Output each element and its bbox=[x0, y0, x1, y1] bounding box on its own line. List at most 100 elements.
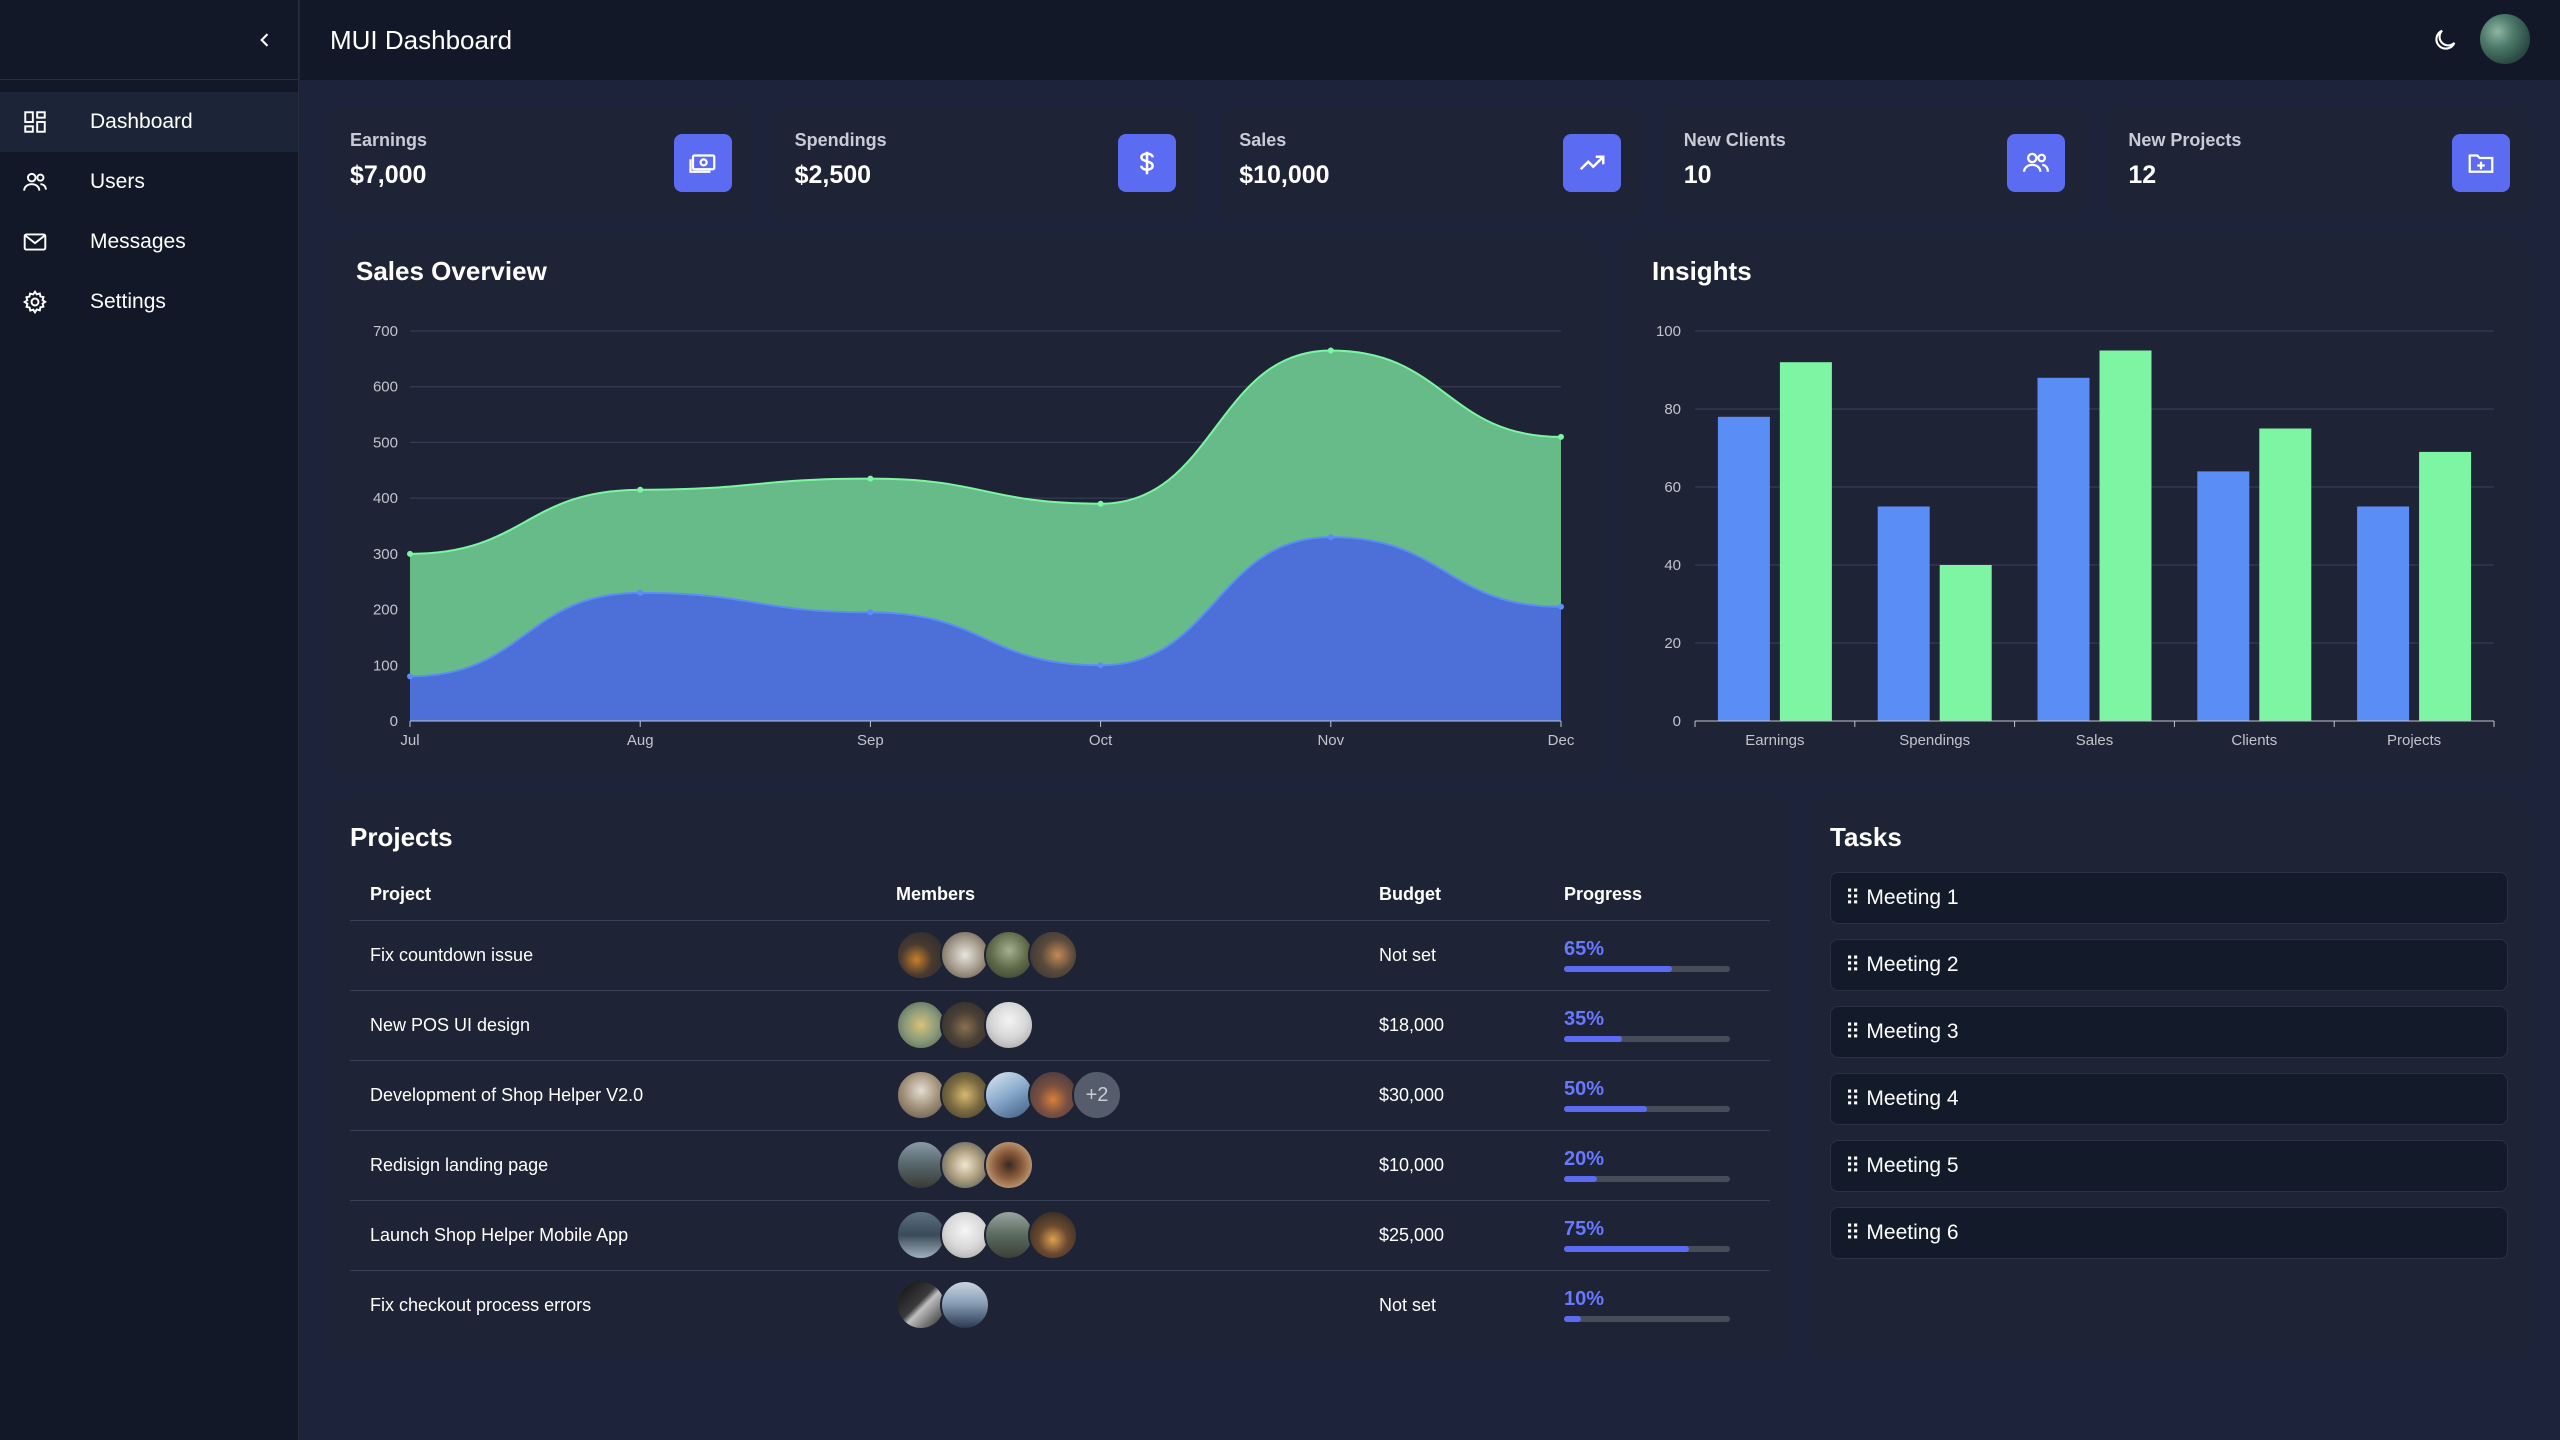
dollar-icon bbox=[1118, 134, 1177, 192]
insights-chart: 0 20 40 60 80 100 Earnings Spendings Sales Client… bbox=[1656, 323, 2495, 749]
y-tick-label: 700 bbox=[373, 323, 398, 340]
projects-table: Project Members Budget Progress Fix coun… bbox=[350, 870, 1770, 1340]
stat-card-new-clients: New Clients 10 bbox=[1663, 108, 2086, 216]
member-avatar[interactable] bbox=[940, 1280, 990, 1331]
column-header-budget: Budget bbox=[1379, 870, 1564, 921]
table-row[interactable]: New POS UI design $18,000 35% bbox=[350, 990, 1770, 1061]
project-progress: 10% bbox=[1564, 1270, 1770, 1340]
task-label: Meeting 1 bbox=[1866, 886, 1959, 909]
x-tick-label: Aug bbox=[627, 732, 654, 749]
app-title: MUI Dashboard bbox=[330, 24, 513, 55]
project-name: Redisign landing page bbox=[350, 1130, 896, 1201]
drag-handle-icon[interactable]: ⠿ bbox=[1845, 886, 1860, 911]
x-tick-label: Dec bbox=[1548, 732, 1575, 749]
task-item[interactable]: ⠿ Meeting 5 bbox=[1830, 1140, 2508, 1192]
project-name: Fix countdown issue bbox=[350, 920, 896, 991]
project-name: New POS UI design bbox=[350, 990, 896, 1061]
member-avatar[interactable] bbox=[896, 1280, 946, 1331]
y-tick-label: 20 bbox=[1664, 635, 1681, 652]
project-members: +2 bbox=[896, 1060, 1379, 1131]
column-header-progress: Progress bbox=[1564, 870, 1770, 921]
member-avatar[interactable] bbox=[896, 1140, 946, 1190]
data-point bbox=[407, 550, 413, 557]
sidebar-header bbox=[0, 0, 298, 80]
member-avatar[interactable] bbox=[984, 1210, 1034, 1260]
x-tick-label: Oct bbox=[1089, 732, 1113, 749]
column-header-members: Members bbox=[896, 870, 1379, 921]
bar bbox=[1717, 416, 1770, 721]
collapse-sidebar-button[interactable] bbox=[245, 20, 285, 60]
member-avatars bbox=[896, 1280, 1379, 1331]
table-row[interactable]: Redisign landing page $10,000 20% bbox=[350, 1130, 1770, 1201]
member-avatar[interactable] bbox=[940, 1000, 990, 1050]
people-icon bbox=[2007, 134, 2066, 192]
member-avatar[interactable] bbox=[896, 930, 946, 980]
bar bbox=[2419, 451, 2472, 721]
member-avatar[interactable] bbox=[940, 930, 990, 980]
member-avatar[interactable] bbox=[940, 1210, 990, 1260]
member-avatar[interactable] bbox=[984, 1000, 1034, 1050]
table-row[interactable]: Development of Shop Helper V2.0 +2 $30,0… bbox=[350, 1060, 1770, 1131]
main-content: Earnings $7,000 Spendings $2,500 Sales $… bbox=[330, 108, 2530, 216]
table-row[interactable]: Fix checkout process errors Not set 10% bbox=[350, 1270, 1770, 1340]
progress-bar bbox=[1564, 1106, 1730, 1112]
task-label: Meeting 5 bbox=[1866, 1154, 1959, 1177]
table-row[interactable]: Fix countdown issue Not set 65% bbox=[350, 920, 1770, 991]
member-avatar[interactable] bbox=[1028, 930, 1078, 980]
progress-percent: 75% bbox=[1564, 1218, 1605, 1240]
projects-title: Projects bbox=[350, 822, 453, 852]
drag-handle-icon[interactable]: ⠿ bbox=[1845, 1154, 1860, 1179]
sidebar-item-settings[interactable]: Settings bbox=[0, 272, 298, 332]
x-tick-label: Jul bbox=[400, 732, 419, 749]
project-progress: 65% bbox=[1564, 920, 1770, 991]
y-tick-label: 0 bbox=[1673, 713, 1681, 730]
member-avatar[interactable] bbox=[1028, 1070, 1078, 1120]
member-avatar[interactable] bbox=[896, 1000, 946, 1050]
task-item[interactable]: ⠿ Meeting 1 bbox=[1830, 872, 2508, 924]
member-avatar[interactable] bbox=[1028, 1210, 1078, 1260]
task-item[interactable]: ⠿ Meeting 3 bbox=[1830, 1006, 2508, 1058]
member-avatar[interactable] bbox=[896, 1210, 946, 1260]
progress-bar-fill bbox=[1564, 1316, 1581, 1323]
progress-bar bbox=[1564, 966, 1730, 972]
task-label: Meeting 6 bbox=[1866, 1221, 1959, 1244]
x-tick-label: Earnings bbox=[1745, 732, 1804, 749]
project-budget: Not set bbox=[1379, 1294, 1437, 1315]
member-avatar[interactable] bbox=[984, 930, 1034, 980]
member-avatars: +2 bbox=[896, 1070, 1379, 1120]
task-item[interactable]: ⠿ Meeting 6 bbox=[1830, 1207, 2508, 1259]
y-tick-label: 60 bbox=[1664, 479, 1681, 496]
sidebar-item-messages[interactable]: Messages bbox=[0, 212, 298, 272]
bar bbox=[1877, 506, 1930, 721]
member-avatar[interactable] bbox=[984, 1070, 1034, 1120]
progress-bar-fill bbox=[1564, 1176, 1598, 1182]
project-budget: $25,000 bbox=[1379, 1200, 1564, 1271]
member-avatars bbox=[896, 930, 1379, 980]
more-members-badge[interactable]: +2 bbox=[1072, 1070, 1122, 1120]
project-members bbox=[896, 920, 1379, 991]
sidebar-item-users[interactable]: Users bbox=[0, 152, 298, 212]
project-name: Fix checkout process errors bbox=[370, 1294, 592, 1315]
drag-handle-icon[interactable]: ⠿ bbox=[1845, 1087, 1860, 1112]
drag-handle-icon[interactable]: ⠿ bbox=[1845, 1020, 1860, 1045]
user-avatar[interactable] bbox=[2480, 14, 2530, 64]
sidebar-item-label: Dashboard bbox=[90, 110, 193, 133]
progress-bar-fill bbox=[1564, 1106, 1647, 1112]
table-header-row: Project Members Budget Progress bbox=[350, 870, 1770, 921]
member-avatar[interactable] bbox=[896, 1070, 946, 1120]
progress-percent: 10% bbox=[1564, 1288, 1605, 1311]
member-avatar[interactable] bbox=[940, 1140, 990, 1190]
drag-handle-icon[interactable]: ⠿ bbox=[1845, 1221, 1860, 1246]
project-progress: 50% bbox=[1564, 1060, 1770, 1131]
table-row[interactable]: Launch Shop Helper Mobile App $25,000 75… bbox=[350, 1200, 1770, 1271]
task-item[interactable]: ⠿ Meeting 4 bbox=[1830, 1073, 2508, 1125]
sidebar-item-dashboard[interactable]: Dashboard bbox=[0, 92, 298, 152]
theme-toggle-button[interactable] bbox=[2427, 22, 2463, 58]
y-tick-label: 0 bbox=[390, 713, 398, 730]
x-tick-label: Sep bbox=[857, 732, 884, 749]
member-avatar[interactable] bbox=[984, 1140, 1034, 1190]
drag-handle-icon[interactable]: ⠿ bbox=[1845, 953, 1860, 978]
member-avatar[interactable] bbox=[940, 1070, 990, 1120]
y-tick-label: 100 bbox=[1656, 323, 1681, 340]
task-item[interactable]: ⠿ Meeting 2 bbox=[1830, 939, 2508, 991]
